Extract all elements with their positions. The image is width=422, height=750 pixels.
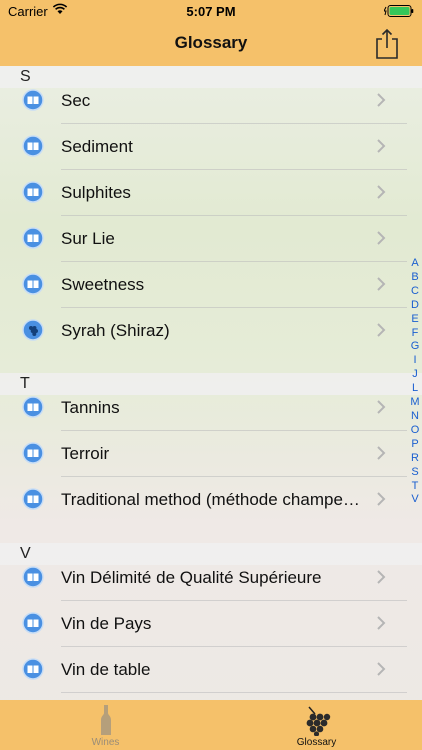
list-item-label: Syrah (Shiraz): [61, 320, 170, 340]
book-icon: [22, 272, 44, 295]
list-item[interactable]: Sec: [0, 78, 407, 124]
tab-label: Glossary: [296, 737, 337, 748]
list-item[interactable]: Vin de table: [0, 647, 407, 693]
list-item[interactable]: Vin Délimité de Qualité Supérieure: [0, 555, 407, 602]
list-item-label: Sediment: [61, 136, 133, 156]
list-item-label: Vin de Pays: [61, 614, 152, 633]
index-letter[interactable]: B: [408, 271, 422, 285]
chevron-right-icon: [377, 662, 386, 676]
book-icon: [22, 89, 44, 111]
list-item[interactable]: Terroir: [0, 431, 407, 478]
list-item-label: Sec: [61, 91, 91, 110]
chevron-right-icon: [377, 322, 386, 337]
list-item-label: Vin de table: [61, 659, 151, 679]
tab-glossary[interactable]: Glossary: [211, 700, 422, 750]
clock: 5:07 PM: [186, 4, 236, 19]
top-bar: Carrier 5:07 PM Glossary: [0, 0, 422, 66]
list-item[interactable]: Sweetness: [0, 262, 407, 308]
index-letter[interactable]: E: [408, 313, 422, 327]
wine-bottle-icon: [100, 705, 111, 735]
book-icon: [22, 658, 44, 680]
list-item[interactable]: Viognier: [0, 693, 407, 700]
index-letter[interactable]: N: [408, 410, 422, 424]
chevron-right-icon: [377, 93, 386, 107]
index-letter[interactable]: G: [408, 340, 422, 354]
book-icon: [22, 396, 44, 419]
index-letter[interactable]: J: [408, 368, 422, 382]
list-item[interactable]: Traditional method (méthode champenoise): [0, 477, 407, 523]
list-item-label: Tannins: [61, 398, 120, 418]
glossary-list[interactable]: S Sec Sediment Sulphites Sur Lie Sweetness Syr…: [0, 66, 422, 700]
list-item[interactable]: Vin de Pays: [0, 601, 407, 647]
tab-bar: Wines Glossary: [0, 700, 422, 750]
share-icon[interactable]: [374, 28, 400, 60]
book-icon: [22, 488, 44, 510]
list-item-label: Sur Lie: [61, 228, 115, 248]
index-letter[interactable]: T: [408, 480, 422, 494]
book-icon: [22, 135, 44, 157]
list-item[interactable]: Tannins: [0, 385, 407, 432]
section-index[interactable]: ABCDEFGIJLMNOPRSTV: [408, 257, 422, 507]
book-icon: [22, 181, 44, 203]
list-item-label: Terroir: [61, 444, 110, 464]
chevron-right-icon: [377, 230, 386, 245]
index-letter[interactable]: M: [408, 396, 422, 410]
list-item[interactable]: Sur Lie: [0, 216, 407, 262]
list-item-label: Traditional method (méthode champenoise): [61, 490, 361, 510]
list-item[interactable]: Sediment: [0, 124, 407, 170]
chevron-right-icon: [377, 570, 386, 584]
list-item[interactable]: Sulphites: [0, 170, 407, 216]
book-icon: [22, 612, 44, 634]
chevron-right-icon: [377, 185, 386, 199]
index-letter[interactable]: A: [408, 257, 422, 271]
index-letter[interactable]: O: [408, 424, 422, 438]
book-icon: [22, 566, 44, 588]
list-item-label: Vin Délimité de Qualité Supérieure: [61, 568, 322, 588]
index-letter[interactable]: I: [408, 354, 422, 368]
tab-wines[interactable]: Wines: [0, 700, 211, 750]
index-letter[interactable]: L: [408, 382, 422, 396]
chevron-right-icon: [377, 492, 386, 506]
index-letter[interactable]: D: [408, 299, 422, 313]
index-letter[interactable]: R: [408, 452, 422, 466]
grapes-icon: [306, 706, 330, 736]
list-item-label: Sulphites: [61, 182, 131, 202]
book-icon: [22, 442, 44, 465]
index-letter[interactable]: S: [408, 466, 422, 480]
tab-label: Wines: [91, 737, 120, 748]
battery-icon: [384, 5, 414, 17]
book-icon: [22, 226, 44, 249]
chevron-right-icon: [377, 139, 386, 153]
index-letter[interactable]: P: [408, 438, 422, 452]
list-item-label: Sweetness: [61, 274, 145, 294]
status-bar: Carrier 5:07 PM: [0, 0, 422, 22]
index-letter[interactable]: F: [408, 327, 422, 341]
chevron-right-icon: [377, 446, 386, 461]
index-letter[interactable]: C: [408, 285, 422, 299]
list-item[interactable]: Syrah (Shiraz): [0, 308, 407, 354]
grape-icon: [22, 318, 44, 341]
index-letter[interactable]: V: [408, 493, 422, 507]
chevron-right-icon: [377, 276, 386, 291]
page-title: Glossary: [174, 33, 248, 52]
chevron-right-icon: [377, 616, 386, 630]
chevron-right-icon: [377, 400, 386, 415]
